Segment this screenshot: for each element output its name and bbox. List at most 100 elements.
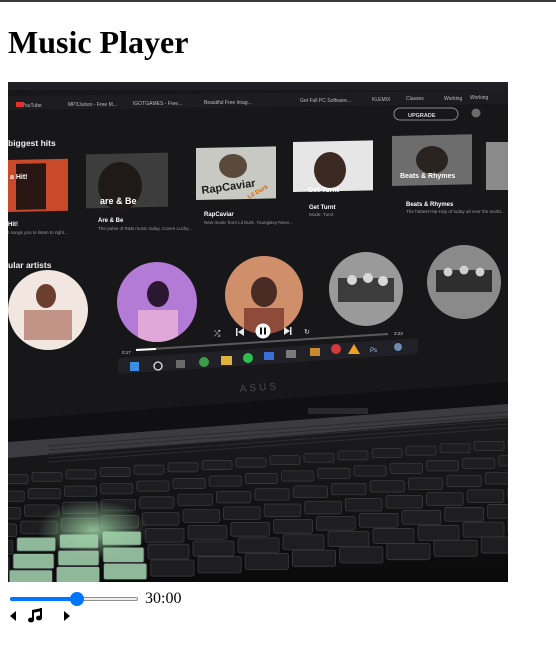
- playlist-title: Are & Be: [98, 218, 124, 224]
- keyboard-key: [473, 440, 505, 451]
- keyboard-key: [466, 489, 505, 503]
- playlist-title: RapCaviar: [204, 212, 234, 218]
- playlist-title: Get Turnt: [309, 205, 336, 211]
- keyboard-key: [480, 536, 508, 554]
- playlist-art-text: Beats & Rhymes: [400, 173, 455, 180]
- keyboard-key: [303, 452, 335, 463]
- keyboard-key: [8, 523, 17, 537]
- music-note-icon[interactable]: [27, 607, 49, 625]
- bookmark: Working: [470, 95, 488, 101]
- keyboard-key: [150, 559, 195, 577]
- keyboard-key: [223, 506, 261, 520]
- playlist-desc: The hottest Hip-Hop of today all over th…: [406, 209, 505, 214]
- keyboard-key: [353, 465, 387, 477]
- bookmark: YouTube: [22, 103, 42, 109]
- keyboard-key: [444, 507, 484, 522]
- keyboard-key: [273, 519, 313, 534]
- keyboard-key: [372, 528, 415, 544]
- keyboard-key: [8, 490, 25, 502]
- time-display: 30:00: [145, 590, 182, 607]
- keyboard-key: [230, 522, 271, 537]
- playlist-art-text: are & Be: [100, 196, 137, 206]
- keyboard-key: [462, 457, 496, 469]
- keyboard-key: [304, 500, 342, 515]
- svg-text:↻: ↻: [304, 329, 310, 336]
- bookmark: MP3Juices - Free M...: [68, 102, 117, 108]
- playlist-title: Hit!: [8, 222, 18, 228]
- playlist-desc: t songs you to listen to right...: [8, 230, 68, 235]
- keyboard-key: [187, 524, 228, 540]
- keyboard-key: [56, 566, 100, 582]
- keyboard-key: [27, 488, 61, 500]
- keyboard-key: [337, 450, 369, 461]
- bookmark: Beautiful Free Imag...: [204, 100, 252, 106]
- playlist-desc: Mode: Turnt: [309, 212, 334, 217]
- keyboard-key: [201, 460, 233, 470]
- keyboard-key: [136, 480, 170, 492]
- keyboard-key: [426, 492, 464, 506]
- keyboard-key: [263, 503, 302, 518]
- keyboard-key: [147, 543, 190, 560]
- caret-left-icon[interactable]: [8, 607, 24, 625]
- section-heading-hits: biggest hits: [8, 138, 56, 148]
- upgrade-button-label: UPGRADE: [408, 113, 436, 119]
- playlist-desc: New music from Lil Durk, YoungBoy Neve..…: [204, 220, 293, 225]
- player-controls: 30:00: [8, 588, 308, 608]
- keyboard-key: [172, 478, 206, 490]
- keyboard-key: [8, 507, 21, 520]
- seek-thumb[interactable]: [69, 592, 84, 606]
- seek-slider[interactable]: [8, 591, 140, 607]
- keyboard-key: [8, 556, 10, 572]
- bookmark: IGOTGAMES - Free...: [133, 101, 182, 107]
- playlist-title: Beats & Rhymes: [406, 202, 454, 208]
- track-time-elapsed: 0:17: [122, 350, 131, 355]
- keyboard-key: [339, 546, 384, 564]
- keyboard-key: [315, 516, 356, 531]
- keyboard-key: [358, 513, 399, 528]
- keyboard-key: [484, 472, 508, 485]
- keyboard-key: [425, 460, 459, 472]
- keyboard-key: [282, 534, 325, 551]
- keyboard-key: [208, 475, 242, 487]
- track-time-total: 3:23: [394, 331, 403, 336]
- keyboard-key: [244, 472, 278, 484]
- keyboard-key: [446, 474, 482, 488]
- keyboard-key: [139, 496, 175, 509]
- keyboard-key: [254, 488, 290, 501]
- keyboard-key: [177, 493, 213, 506]
- keyboard-key: [215, 491, 252, 504]
- keyboard-key: [369, 480, 405, 493]
- bookmark: KLEMIX: [372, 97, 391, 103]
- keyboard-key: [8, 539, 14, 555]
- svg-text:⤮: ⤮: [214, 329, 221, 338]
- bookmark: Get Full PC Software...: [300, 98, 351, 104]
- seek-progress: [10, 597, 77, 601]
- keyboard-key: [244, 552, 289, 570]
- keyboard-key: [386, 543, 431, 561]
- keyboard-key: [141, 512, 180, 526]
- keyboard-key: [405, 445, 437, 456]
- keyboard-key: [99, 467, 131, 477]
- caret-right-icon[interactable]: [62, 607, 78, 625]
- keyboard-key: [103, 562, 148, 580]
- keyboard-key: [331, 482, 367, 496]
- keyboard-key: [407, 477, 444, 490]
- top-border: [0, 0, 556, 2]
- photoshop-icon-label: Ps: [370, 348, 377, 354]
- keyboard-key: [197, 556, 242, 574]
- keyboard-key: [389, 462, 423, 474]
- keyboard-key: [235, 457, 267, 468]
- keyboard-key: [317, 467, 351, 479]
- keyboard-key: [12, 553, 55, 570]
- playlist-art-text: a Hit!: [10, 174, 28, 181]
- keyboard-key: [439, 443, 471, 454]
- playlist-desc: The pulse of R&B music today. Coven Luck…: [98, 226, 192, 231]
- keyboard-key: [167, 462, 199, 473]
- keyboard-key: [371, 448, 403, 458]
- keyboard-key: [100, 483, 134, 495]
- keyboard-key: [417, 524, 460, 541]
- keyboard-key: [64, 485, 98, 497]
- bookmark: Classes: [406, 96, 424, 102]
- keyboard-key: [192, 540, 235, 557]
- keyboard-key: [237, 537, 280, 554]
